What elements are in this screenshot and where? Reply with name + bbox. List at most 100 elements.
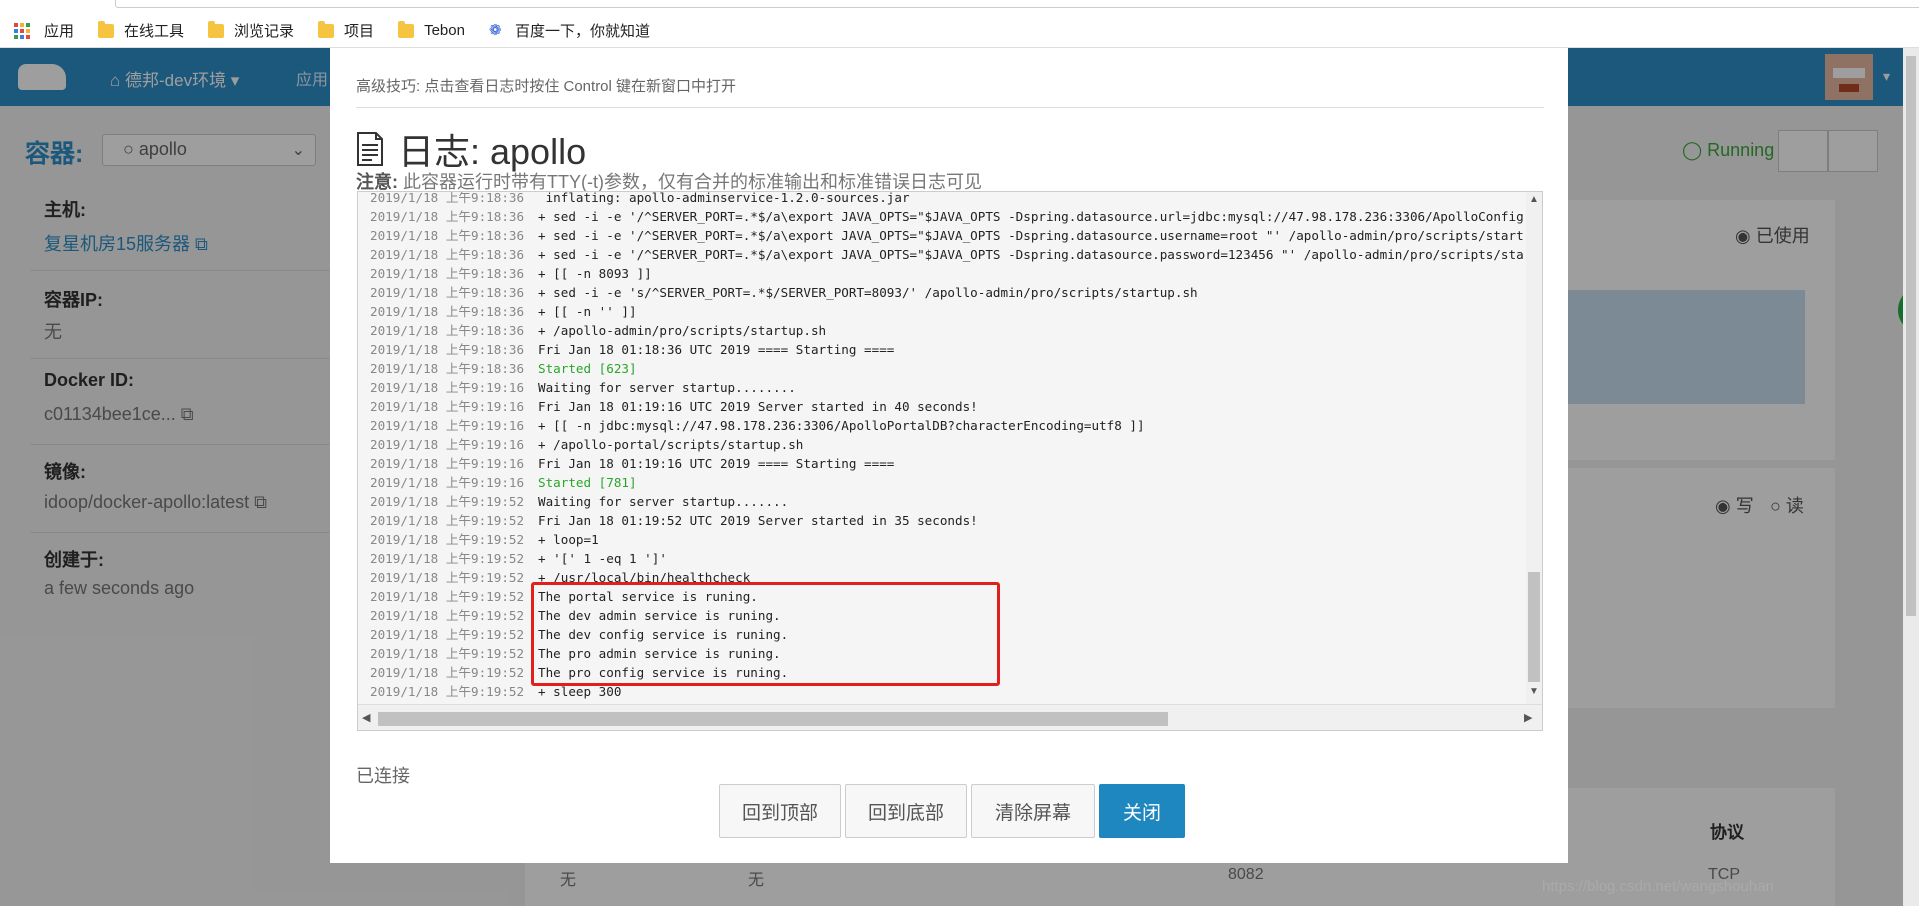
log-message: Started [781] [538, 475, 637, 490]
log-timestamp: 2019/1/18 上午9:19:16 [370, 437, 525, 452]
scroll-bottom-button[interactable]: 回到底部 [845, 784, 967, 838]
log-timestamp: 2019/1/18 上午9:19:52 [370, 665, 525, 680]
watermark: https://blog.csdn.net/wangshouhan [1542, 878, 1774, 895]
log-line: 2019/1/18 上午9:19:16 Waiting for server st… [358, 378, 1526, 397]
scroll-top-button[interactable]: 回到顶部 [719, 784, 841, 838]
close-button[interactable]: 关闭 [1099, 784, 1185, 838]
log-message: inflating: apollo-adminservice-1.2.0-sou… [538, 191, 910, 205]
log-line: 2019/1/18 上午9:18:36 + sed -i -e 's/^SERVE… [358, 283, 1526, 302]
log-line: 2019/1/18 上午9:19:16 Fri Jan 18 01:19:16 U… [358, 397, 1526, 416]
log-timestamp: 2019/1/18 上午9:19:52 [370, 608, 525, 623]
log-timestamp: 2019/1/18 上午9:18:36 [370, 304, 525, 319]
log-horizontal-scrollbar[interactable]: ◀ ▶ [358, 704, 1542, 730]
log-timestamp: 2019/1/18 上午9:19:52 [370, 551, 525, 566]
log-timestamp: 2019/1/18 上午9:19:52 [370, 532, 525, 547]
scrollbar-thumb[interactable] [1528, 572, 1540, 682]
log-line: 2019/1/18 上午9:18:36 Started [623] [358, 359, 1526, 378]
log-line: 2019/1/18 上午9:18:36 + sed -i -e '/^SERVER… [358, 226, 1526, 245]
log-timestamp: 2019/1/18 上午9:19:52 [370, 684, 525, 699]
folder-icon [398, 20, 415, 38]
log-line: 2019/1/18 上午9:19:52 Fri Jan 18 01:19:52 U… [358, 511, 1526, 530]
folder-icon [98, 20, 115, 38]
address-bar[interactable] [115, 0, 1919, 8]
clear-screen-button[interactable]: 清除屏幕 [971, 784, 1095, 838]
log-message: + sed -i -e '/^SERVER_PORT=.*$/a\export … [538, 209, 1524, 224]
log-line: 2019/1/18 上午9:19:16 + /apollo-portal/scri… [358, 435, 1526, 454]
document-icon [357, 132, 383, 166]
bookmark-apps[interactable]: 应用 [14, 20, 74, 41]
log-message: + [[ -n 8093 ]] [538, 266, 652, 281]
log-message: + sed -i -e '/^SERVER_PORT=.*$/a\export … [538, 228, 1524, 243]
bookmark-label: 浏览记录 [234, 23, 295, 40]
log-message: + sed -i -e '/^SERVER_PORT=.*$/a\export … [538, 247, 1524, 262]
bookmark-baidu[interactable]: ❁ 百度一下，你就知道 [489, 20, 650, 41]
log-line: 2019/1/18 上午9:18:36 inflating: apollo-ad… [358, 191, 1526, 207]
log-timestamp: 2019/1/18 上午9:19:16 [370, 380, 525, 395]
scroll-down-icon[interactable]: ▼ [1529, 686, 1539, 697]
log-timestamp: 2019/1/18 上午9:18:36 [370, 191, 525, 205]
log-timestamp: 2019/1/18 上午9:19:16 [370, 475, 525, 490]
log-message: Fri Jan 18 01:19:52 UTC 2019 Server star… [538, 513, 978, 528]
log-message: + /apollo-portal/scripts/startup.sh [538, 437, 804, 452]
log-timestamp: 2019/1/18 上午9:19:16 [370, 456, 525, 471]
log-timestamp: 2019/1/18 上午9:19:52 [370, 513, 525, 528]
bookmark-tebon[interactable]: Tebon [398, 20, 465, 39]
log-line: 2019/1/18 上午9:19:16 Started [781] [358, 473, 1526, 492]
notice-label: 注意: [356, 172, 398, 192]
log-line: 2019/1/18 上午9:18:36 + /apollo-admin/pro/s… [358, 321, 1526, 340]
log-timestamp: 2019/1/18 上午9:19:16 [370, 399, 525, 414]
log-timestamp: 2019/1/18 上午9:19:52 [370, 589, 525, 604]
log-timestamp: 2019/1/18 上午9:19:52 [370, 570, 525, 585]
bookmark-online-tools[interactable]: 在线工具 [98, 20, 184, 41]
log-message: + sed -i -e 's/^SERVER_PORT=.*$/SERVER_P… [538, 285, 1198, 300]
log-timestamp: 2019/1/18 上午9:18:36 [370, 285, 525, 300]
page-scrollbar[interactable] [1903, 48, 1919, 906]
scrollbar-thumb[interactable] [378, 712, 1168, 726]
log-message: + loop=1 [538, 532, 599, 547]
divider [356, 107, 1544, 108]
log-message: + [[ -n jdbc:mysql://47.98.178.236:3306/… [538, 418, 1145, 433]
scrollbar-thumb[interactable] [1906, 56, 1916, 616]
baidu-paw-icon: ❁ [488, 21, 502, 39]
log-line: 2019/1/18 上午9:18:36 Fri Jan 18 01:18:36 U… [358, 340, 1526, 359]
red-annotation-box [531, 582, 1000, 686]
log-message: Fri Jan 18 01:19:16 UTC 2019 ==== Starti… [538, 456, 895, 471]
bookmark-history[interactable]: 浏览记录 [208, 20, 294, 41]
bookmark-label: 应用 [44, 23, 75, 40]
log-timestamp: 2019/1/18 上午9:19:52 [370, 494, 525, 509]
log-message: + [[ -n '' ]] [538, 304, 637, 319]
folder-icon [208, 20, 225, 38]
log-timestamp: 2019/1/18 上午9:18:36 [370, 361, 525, 376]
log-message: + sleep 300 [538, 684, 622, 699]
bookmark-projects[interactable]: 项目 [318, 20, 374, 41]
tip-text: 高级技巧: 点击查看日志时按住 Control 键在新窗口中打开 [356, 78, 737, 95]
log-message: Started [623] [538, 361, 637, 376]
log-timestamp: 2019/1/18 上午9:18:36 [370, 266, 525, 281]
log-line: 2019/1/18 上午9:19:52 Waiting for server st… [358, 492, 1526, 511]
bookmark-label: 项目 [344, 23, 375, 40]
apps-grid-icon [14, 22, 30, 39]
scroll-right-icon[interactable]: ▶ [1524, 711, 1532, 724]
log-vertical-scrollbar[interactable]: ▲ ▼ [1526, 192, 1542, 704]
scroll-up-icon[interactable]: ▲ [1529, 194, 1539, 205]
log-line: 2019/1/18 上午9:19:52 + loop=1 [358, 530, 1526, 549]
bookmark-label: 在线工具 [124, 23, 185, 40]
log-timestamp: 2019/1/18 上午9:19:52 [370, 646, 525, 661]
log-line: 2019/1/18 上午9:19:16 + [[ -n jdbc:mysql://… [358, 416, 1526, 435]
log-timestamp: 2019/1/18 上午9:18:36 [370, 247, 525, 262]
log-line: 2019/1/18 上午9:19:16 Fri Jan 18 01:19:16 U… [358, 454, 1526, 473]
notice-text: 此容器运行时带有TTY(-t)参数，仅有合并的标准输出和标准错误日志可见 [398, 172, 982, 192]
log-message: Fri Jan 18 01:19:16 UTC 2019 Server star… [538, 399, 978, 414]
bookmarks-bar: 应用 在线工具 浏览记录 项目 Tebon ❁ 百度一下，你就知道 [0, 14, 1919, 48]
folder-icon [318, 20, 335, 38]
log-message: Waiting for server startup........ [538, 380, 796, 395]
log-timestamp: 2019/1/18 上午9:19:52 [370, 627, 525, 642]
log-timestamp: 2019/1/18 上午9:18:36 [370, 209, 525, 224]
log-line: 2019/1/18 上午9:19:52 + '[' 1 -eq 1 ']' [358, 549, 1526, 568]
connection-status: 已连接 [356, 766, 410, 786]
log-line: 2019/1/18 上午9:18:36 + sed -i -e '/^SERVER… [358, 207, 1526, 226]
scroll-left-icon[interactable]: ◀ [362, 711, 370, 724]
log-timestamp: 2019/1/18 上午9:18:36 [370, 323, 525, 338]
browser-address-strip [0, 0, 1919, 14]
log-timestamp: 2019/1/18 上午9:19:16 [370, 418, 525, 433]
